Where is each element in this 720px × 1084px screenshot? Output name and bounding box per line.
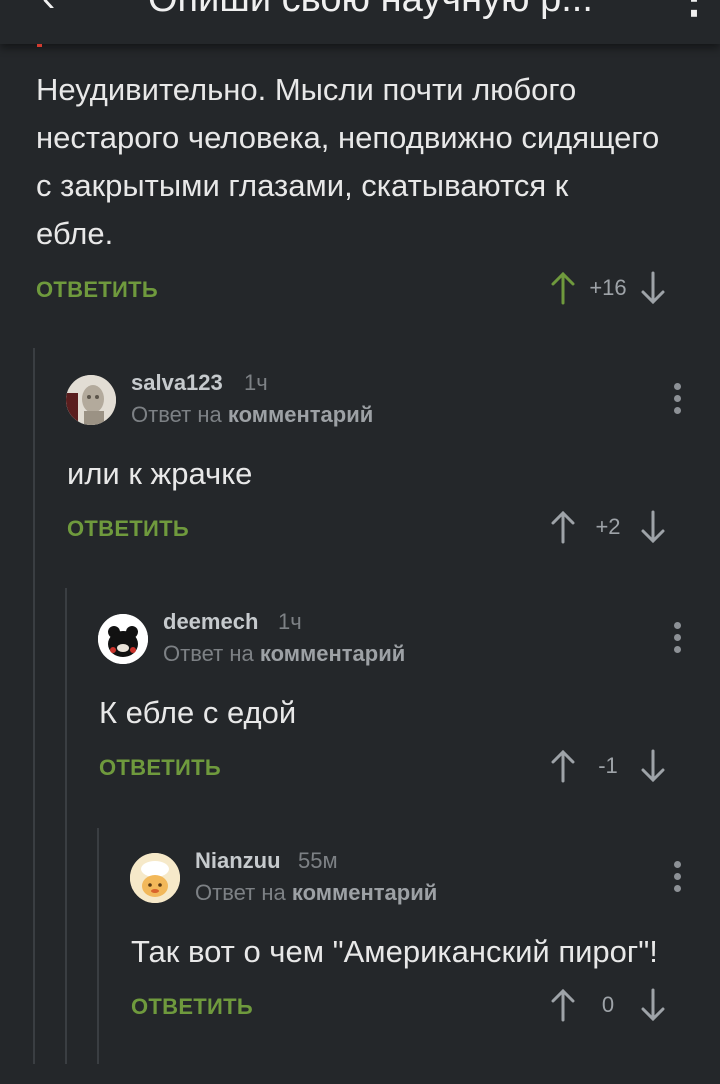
comment-text: К ебле с едой	[99, 695, 297, 730]
comment-menu-icon[interactable]	[674, 622, 682, 654]
username[interactable]: deemech	[163, 609, 258, 635]
reply-to-line: Ответ на комментарий	[195, 880, 437, 906]
upvote-arrow-icon[interactable]	[549, 987, 577, 1023]
reply-to-prefix: Ответ на	[163, 641, 254, 666]
score: +2	[595, 514, 621, 539]
root-comment-text: Неудивительно. Мысли почти любого нестар…	[36, 66, 706, 258]
downvote-arrow-icon[interactable]	[639, 987, 667, 1023]
reply-to-link[interactable]: комментарий	[292, 880, 437, 905]
reply-button[interactable]: ОТВЕТИТЬ	[36, 277, 158, 303]
back-arrow-icon[interactable]: ‹	[42, 0, 55, 21]
unread-marker	[37, 44, 42, 47]
score: -1	[598, 753, 618, 778]
reply-to-line: Ответ на комментарий	[163, 641, 405, 667]
reply-button[interactable]: ОТВЕТИТЬ	[67, 516, 189, 542]
reply-to-link[interactable]: комментарий	[260, 641, 405, 666]
timestamp: 1ч	[244, 370, 268, 395]
thread-line	[33, 348, 35, 1064]
upvote-arrow-icon[interactable]	[549, 748, 577, 784]
reply-button[interactable]: ОТВЕТИТЬ	[99, 755, 221, 781]
username[interactable]: Nianzuu	[195, 848, 281, 874]
downvote-arrow-icon[interactable]	[639, 509, 667, 545]
vote-controls: 0	[549, 985, 667, 1025]
vote-controls: +2	[549, 507, 667, 547]
downvote-arrow-icon[interactable]	[639, 270, 667, 306]
thread-line	[65, 588, 67, 1064]
vote-controls: -1	[549, 746, 667, 786]
avatar[interactable]	[130, 853, 180, 903]
downvote-arrow-icon[interactable]	[639, 748, 667, 784]
comment-menu-icon[interactable]	[674, 861, 682, 893]
timestamp: 1ч	[278, 609, 302, 634]
vote-controls: +16	[549, 268, 667, 308]
reply-to-prefix: Ответ на	[131, 402, 222, 427]
reply-to-prefix: Ответ на	[195, 880, 286, 905]
text-line: с закрытыми глазами, скатываются к	[36, 168, 569, 203]
comment-text: или к жрачке	[67, 456, 253, 491]
score: 0	[601, 992, 615, 1017]
text-line: Неудивительно. Мысли почти любого	[36, 72, 577, 107]
thread-line	[97, 828, 99, 1064]
avatar[interactable]	[98, 614, 148, 664]
text-line: нестарого человека, неподвижно сидящего	[36, 120, 660, 155]
username[interactable]: salva123	[131, 370, 223, 396]
upvote-arrow-icon[interactable]	[549, 270, 577, 306]
chef-avatar-icon	[130, 853, 180, 903]
avatar[interactable]	[66, 375, 116, 425]
more-menu-icon[interactable]: ⋮	[672, 0, 716, 23]
comment-text: Так вот о чем "Американский пирог"!	[131, 934, 658, 969]
reply-to-line: Ответ на комментарий	[131, 402, 373, 428]
reply-button[interactable]: ОТВЕТИТЬ	[131, 994, 253, 1020]
statue-avatar-icon	[66, 375, 116, 425]
timestamp: 55м	[298, 848, 338, 873]
reply-to-link[interactable]: комментарий	[228, 402, 373, 427]
comment-menu-icon[interactable]	[674, 383, 682, 415]
text-line: ебле.	[36, 216, 114, 251]
top-bar: ‹ Опиши свою научную р... ⋮	[0, 0, 720, 44]
bear-avatar-icon	[98, 614, 148, 664]
score: +16	[589, 275, 627, 300]
page-title: Опиши свою научную р...	[148, 0, 593, 21]
upvote-arrow-icon[interactable]	[549, 509, 577, 545]
